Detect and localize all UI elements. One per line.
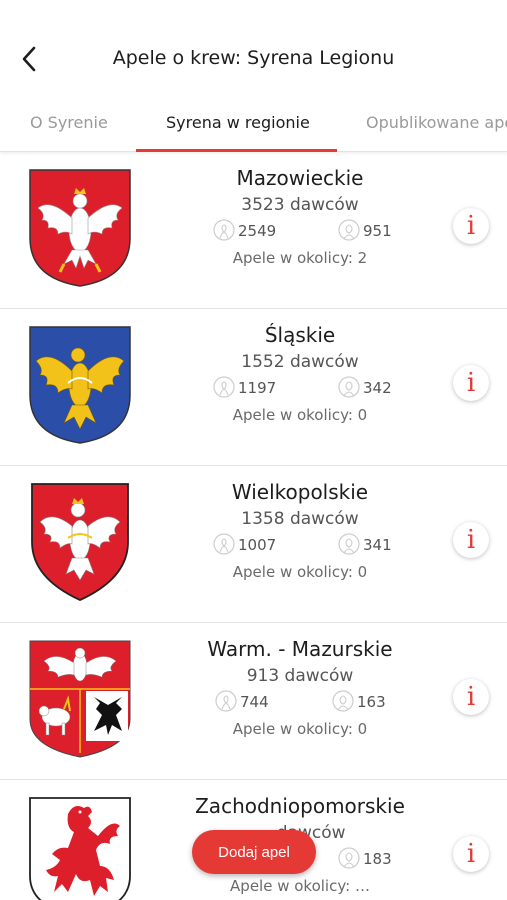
gender-counts: 1007 341 (170, 531, 430, 561)
list-item[interactable]: Wielkopolskie 1358 dawców 1007 341 Apele… (0, 466, 507, 623)
male-silhouette-icon (338, 847, 360, 869)
male-silhouette-icon (338, 376, 360, 398)
info-button[interactable]: i (453, 365, 489, 401)
gender-counts: 1197 342 (170, 374, 430, 404)
donor-count: 3523 dawców (241, 195, 359, 215)
list-item[interactable]: Mazowieckie 3523 dawców 2549 951 Apele w… (0, 152, 507, 309)
donor-count: 1552 dawców (241, 352, 359, 372)
donor-count: 1358 dawców (241, 509, 359, 529)
male-count: 342 (338, 376, 392, 400)
female-silhouette-icon (213, 533, 235, 555)
zachodniopomorskie-crest-icon (29, 797, 131, 900)
slaskie-crest-icon (29, 326, 131, 444)
male-count: 341 (338, 533, 392, 557)
tab-syrena-w-regionie[interactable]: Syrena w regionie (166, 113, 310, 132)
page-title: Apele o krew: Syrena Legionu (112, 47, 395, 69)
info-button[interactable]: i (453, 836, 489, 872)
info-button[interactable]: i (453, 679, 489, 715)
info-icon: i (466, 211, 476, 241)
donor-count: 913 dawców (246, 666, 354, 686)
region-name: Warm. - Mazurskie (207, 637, 393, 661)
male-count: 183 (338, 847, 392, 871)
female-silhouette-icon (215, 690, 237, 712)
wielkopolskie-crest-icon (31, 483, 129, 601)
info-icon: i (466, 525, 476, 555)
tab-bar: O Syrenie Syrena w regionie Opublikowane… (0, 100, 507, 152)
app-header: Apele o krew: Syrena Legionu (0, 0, 507, 100)
list-item[interactable]: Śląskie 1552 dawców 1197 342 Apele w oko… (0, 309, 507, 466)
list-item[interactable]: Warm. - Mazurskie 913 dawców 744 163 Ape… (0, 623, 507, 780)
region-info: Śląskie 1552 dawców 1197 342 Apele w oko… (170, 323, 430, 424)
female-count: 1007 (213, 533, 276, 557)
region-info: Warm. - Mazurskie 913 dawców 744 163 Ape… (170, 637, 430, 738)
info-button[interactable]: i (453, 208, 489, 244)
male-count: 951 (338, 219, 392, 243)
tab-o-syrenie[interactable]: O Syrenie (30, 113, 108, 132)
info-button[interactable]: i (453, 522, 489, 558)
region-info: Wielkopolskie 1358 dawców 1007 341 Apele… (170, 480, 430, 581)
male-count: 163 (332, 690, 386, 714)
appeals-nearby: Apele w okolicy: 0 (232, 720, 368, 738)
region-name: Wielkopolskie (231, 480, 369, 504)
female-silhouette-icon (213, 376, 235, 398)
region-name: Śląskie (264, 323, 336, 347)
add-appeal-button[interactable]: Dodaj apel (192, 830, 316, 874)
region-name: Zachodniopomorskie (195, 794, 405, 818)
female-count: 744 (215, 690, 269, 714)
female-silhouette-icon (213, 219, 235, 241)
male-silhouette-icon (338, 219, 360, 241)
female-count: 2549 (213, 219, 276, 243)
female-count: 1197 (213, 376, 276, 400)
warminsko-mazurskie-crest-icon (29, 640, 131, 758)
male-silhouette-icon (332, 690, 354, 712)
appeals-nearby: Apele w okolicy: … (230, 877, 370, 895)
region-info: Mazowieckie 3523 dawców 2549 951 Apele w… (170, 166, 430, 267)
gender-counts: 744 163 (170, 688, 430, 718)
info-icon: i (466, 839, 476, 869)
mazowieckie-crest-icon (29, 169, 131, 287)
appeals-nearby: Apele w okolicy: 0 (232, 406, 368, 424)
appeals-nearby: Apele w okolicy: 2 (232, 249, 368, 267)
gender-counts: 2549 951 (170, 217, 430, 247)
info-icon: i (466, 682, 476, 712)
region-name: Mazowieckie (236, 166, 364, 190)
tab-opublikowane-apele[interactable]: Opublikowane apele (366, 113, 507, 132)
appeals-nearby: Apele w okolicy: 0 (232, 563, 368, 581)
info-icon: i (466, 368, 476, 398)
male-silhouette-icon (338, 533, 360, 555)
